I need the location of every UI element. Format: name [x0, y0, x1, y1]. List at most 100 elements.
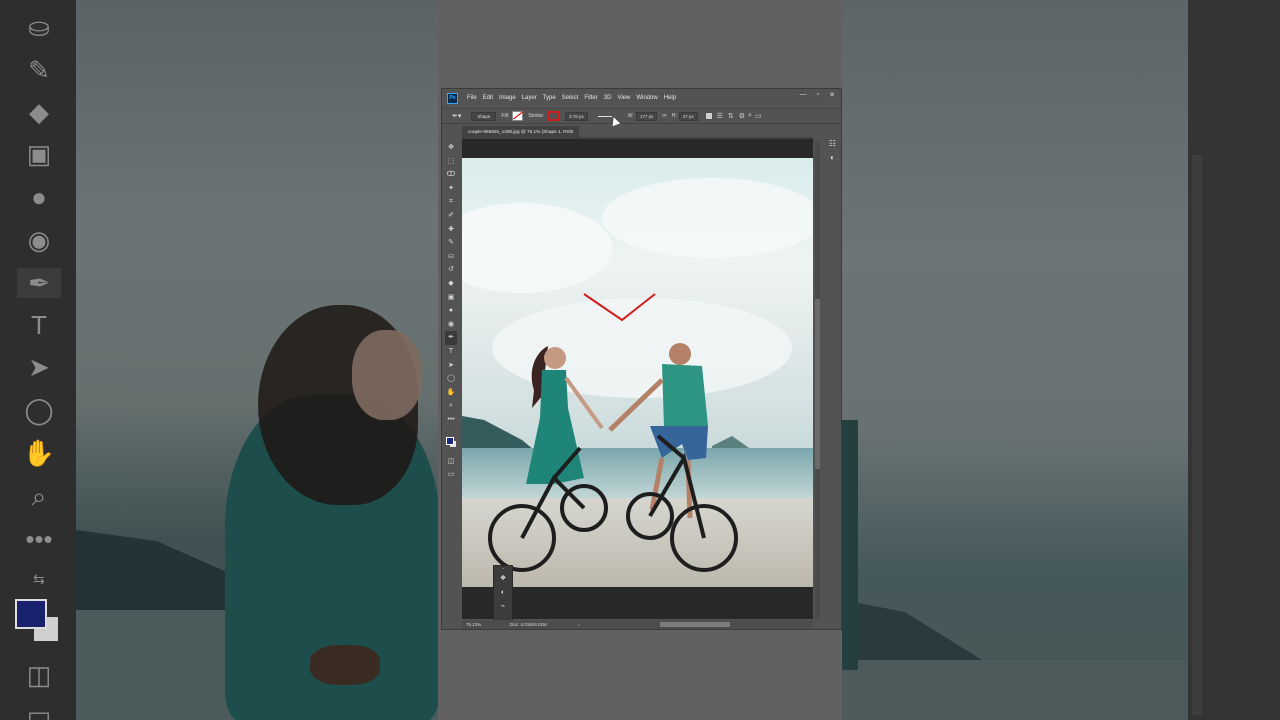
gradient-icon[interactable]: ▣ — [445, 291, 457, 305]
tool-mode-select[interactable]: Shape — [471, 111, 497, 121]
background-scrollbar — [1192, 155, 1202, 715]
height-input[interactable]: 47 px — [678, 111, 698, 121]
dodge-icon[interactable]: ◉ — [445, 318, 457, 332]
girl-head — [544, 347, 566, 369]
background-girl-face — [352, 330, 422, 420]
workspace-icon[interactable]: ▭ — [755, 112, 762, 120]
path-alignment-icon[interactable]: ☰ — [717, 112, 723, 120]
more-tools-icon[interactable]: ••• — [445, 413, 457, 427]
quick-mask-icon[interactable]: ◫ — [445, 455, 457, 469]
right-dock: ☷ ◐ — [824, 137, 841, 177]
gradient-icon: ▣ — [26, 139, 52, 169]
paths-icon[interactable]: ⌁ — [494, 600, 512, 614]
photoshop-logo-icon[interactable]: Ps — [447, 92, 458, 104]
horizontal-scroll-thumb[interactable] — [660, 622, 730, 627]
layers-icon[interactable]: ❖ — [494, 572, 512, 586]
status-bar: 75.13% Doc: 4.01M/4.01M › — [462, 620, 813, 629]
menu-window[interactable]: Window — [636, 95, 657, 101]
healing-icon[interactable]: ✚ — [445, 223, 457, 237]
sea — [462, 448, 813, 503]
cloud — [602, 178, 813, 258]
lasso-icon[interactable]: ↀ — [445, 168, 457, 182]
photo-svg — [462, 158, 813, 587]
gear-icon[interactable]: ⚙ — [739, 112, 745, 120]
zoom-icon: ⌕ — [31, 481, 47, 511]
type-icon: T — [31, 310, 47, 340]
man-shirt — [662, 364, 708, 428]
vertical-scroll-thumb[interactable] — [815, 299, 820, 469]
adjustments-icon[interactable]: ◐ — [824, 151, 841, 165]
menu-select[interactable]: Select — [562, 95, 579, 101]
menu-type[interactable]: Type — [543, 95, 556, 101]
blur-icon: ● — [31, 182, 47, 212]
menu-image[interactable]: Image — [499, 95, 516, 101]
history-brush-icon: ✎ — [28, 55, 50, 85]
blur-icon[interactable]: ● — [445, 304, 457, 318]
vertical-scrollbar[interactable] — [815, 141, 820, 619]
options-bar: ✒▾ Shape Fill: Stroke: 3.78 px W: 177 px… — [442, 108, 841, 124]
path-arrangement-icon[interactable]: ⇅ — [728, 112, 734, 120]
restore-button[interactable]: ▫ — [817, 91, 819, 99]
doc-size: Doc: 4.01M/4.01M — [510, 622, 547, 627]
menu-layer[interactable]: Layer — [522, 95, 537, 101]
ellipse-icon[interactable]: ◯ — [445, 372, 457, 386]
status-menu-arrow[interactable]: › — [578, 620, 580, 629]
fill-swatch[interactable] — [512, 111, 524, 121]
pen-icon[interactable]: ✒ — [445, 331, 457, 345]
background-sea-right — [842, 660, 1188, 720]
swap-colors-icon: ⇆ — [33, 571, 45, 587]
ellipse-icon: ◯ — [24, 395, 54, 425]
width-label: W: — [627, 113, 634, 119]
crop-icon[interactable]: ⌗ — [445, 195, 457, 209]
pen-tool-preset-icon[interactable]: ✒▾ — [452, 112, 461, 120]
adjustments-icon[interactable]: ◐ — [494, 586, 512, 600]
man-head — [669, 343, 691, 365]
stroke-label: Stroke: — [528, 113, 545, 119]
fill-label: Fill: — [501, 113, 510, 119]
stroke-swatch[interactable] — [547, 111, 561, 121]
document-tab[interactable]: couple-955926_1280.jpg @ 75.1% (Shape 1,… — [462, 126, 580, 137]
screen-mode-icon[interactable]: ▭ — [445, 468, 457, 482]
dodge-icon: ◉ — [27, 225, 51, 255]
menu-file[interactable]: File — [467, 95, 477, 101]
link-icon[interactable]: ∞ — [662, 113, 666, 119]
zoom-icon[interactable]: ⌕ — [445, 399, 457, 413]
menu-edit[interactable]: Edit — [483, 95, 493, 101]
type-icon[interactable]: T — [445, 345, 457, 359]
pen-icon: ✒ — [17, 268, 61, 298]
menu-help[interactable]: Help — [664, 95, 676, 101]
stroke-type-select[interactable] — [597, 115, 612, 117]
height-label: H: — [671, 113, 677, 119]
marquee-icon[interactable]: ⬚ — [445, 155, 457, 169]
quick-mask-icon: ◫ — [26, 660, 52, 690]
path-operations-icon[interactable] — [705, 113, 712, 119]
photoshop-window: Ps File Edit Image Layer Type Select Fil… — [441, 88, 842, 630]
menu-3d[interactable]: 3D — [604, 95, 612, 101]
canvas-area[interactable]: ·· ❖ ◐ ⌁ — [462, 139, 813, 629]
path-select-icon[interactable]: ➤ — [445, 359, 457, 373]
width-input[interactable]: 177 px — [635, 111, 658, 121]
zoom-level[interactable]: 75.13% — [466, 620, 481, 629]
properties-icon[interactable]: ☷ — [824, 137, 841, 151]
menu-view[interactable]: View — [617, 95, 630, 101]
photo-canvas[interactable] — [462, 158, 813, 587]
eraser-icon[interactable]: ◆ — [445, 277, 457, 291]
beach — [462, 498, 813, 587]
history-brush-icon[interactable]: ↺ — [445, 263, 457, 277]
hand-icon[interactable]: ✋ — [445, 386, 457, 400]
path-select-icon: ➤ — [28, 352, 50, 382]
hand-icon: ✋ — [22, 438, 56, 468]
stroke-width-input[interactable]: 3.78 px — [565, 111, 588, 121]
foreground-color-swatch[interactable] — [446, 437, 454, 445]
minimize-button[interactable]: — — [800, 91, 807, 99]
background-man-shirt — [842, 420, 858, 670]
search-icon[interactable]: ⌕ — [748, 112, 752, 120]
eyedropper-icon[interactable]: ✐ — [445, 209, 457, 223]
quick-select-icon[interactable]: ✦ — [445, 182, 457, 196]
move-icon[interactable]: ✥ — [445, 141, 457, 155]
close-button[interactable]: ✕ — [829, 91, 835, 99]
stamp-icon[interactable]: ⛀ — [445, 250, 457, 264]
brush-icon[interactable]: ✎ — [445, 236, 457, 250]
menu-filter[interactable]: Filter — [584, 95, 597, 101]
window-controls: — ▫ ✕ — [800, 91, 835, 99]
